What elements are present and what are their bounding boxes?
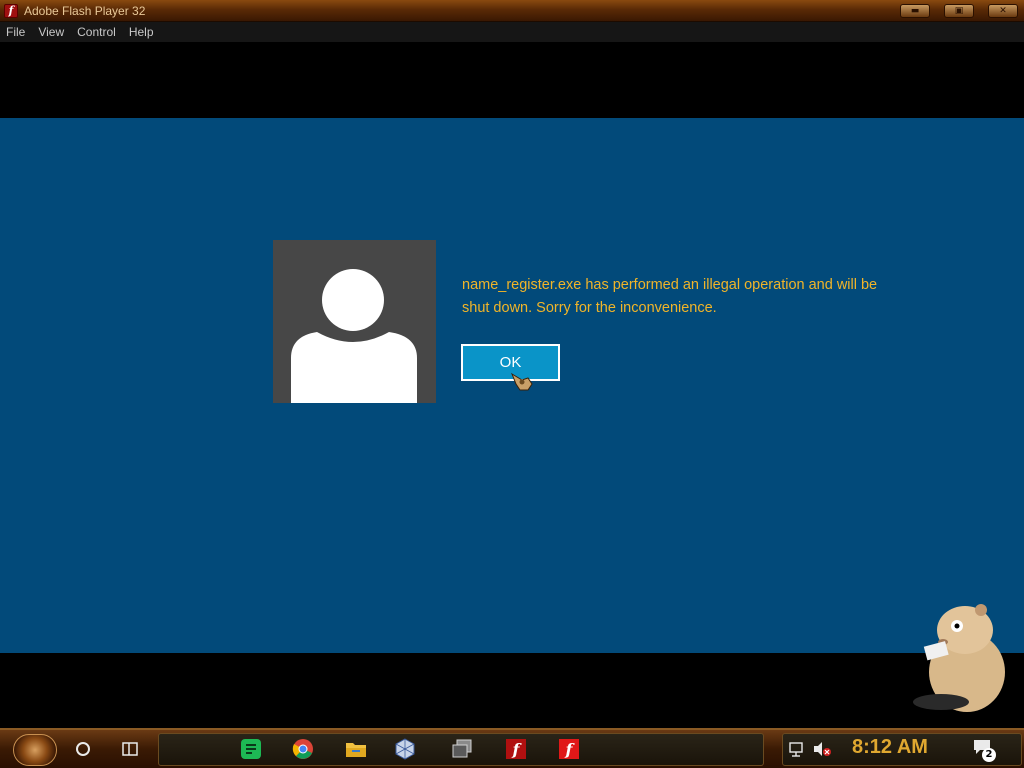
multi-window-icon[interactable] xyxy=(451,738,473,760)
minimize-button[interactable]: ▬ xyxy=(900,4,930,18)
hamster-mascot-icon xyxy=(913,604,1005,712)
menu-bar: File View Control Help xyxy=(0,22,1024,42)
flash-icon[interactable]: f xyxy=(505,738,527,760)
volume-muted-icon[interactable] xyxy=(812,740,832,758)
window-title: Adobe Flash Player 32 xyxy=(24,3,146,18)
flash-icon[interactable]: f xyxy=(558,738,580,760)
start-button[interactable] xyxy=(13,734,57,766)
cortana-icon[interactable] xyxy=(76,742,90,756)
user-avatar-icon xyxy=(273,240,436,403)
network-icon[interactable] xyxy=(788,740,806,758)
flash-stage: name_register.exe has performed an illeg… xyxy=(0,118,1024,653)
clock[interactable]: 8:12 AM xyxy=(852,736,928,759)
hand-cursor-icon xyxy=(510,372,533,391)
chrome-icon[interactable] xyxy=(292,738,314,760)
file-explorer-icon[interactable] xyxy=(345,738,367,760)
error-message: name_register.exe has performed an illeg… xyxy=(462,277,878,316)
menu-file[interactable]: File xyxy=(6,25,25,39)
close-button[interactable]: ✕ xyxy=(988,4,1018,18)
window-controls: ▬ ▣ ✕ xyxy=(900,4,1018,18)
flash-icon: f xyxy=(4,3,18,18)
menu-help[interactable]: Help xyxy=(129,25,154,39)
task-view-icon[interactable] xyxy=(121,740,139,758)
maximize-button[interactable]: ▣ xyxy=(944,4,974,18)
notification-count-badge: 2 xyxy=(982,748,996,762)
menu-view[interactable]: View xyxy=(38,25,64,39)
menu-control[interactable]: Control xyxy=(77,25,116,39)
virtualbox-icon[interactable] xyxy=(394,738,416,760)
taskbar: f f 8:12 AM 2 xyxy=(0,728,1024,768)
notes-icon[interactable] xyxy=(240,738,262,760)
title-bar: f Adobe Flash Player 32 ▬ ▣ ✕ xyxy=(0,0,1024,22)
